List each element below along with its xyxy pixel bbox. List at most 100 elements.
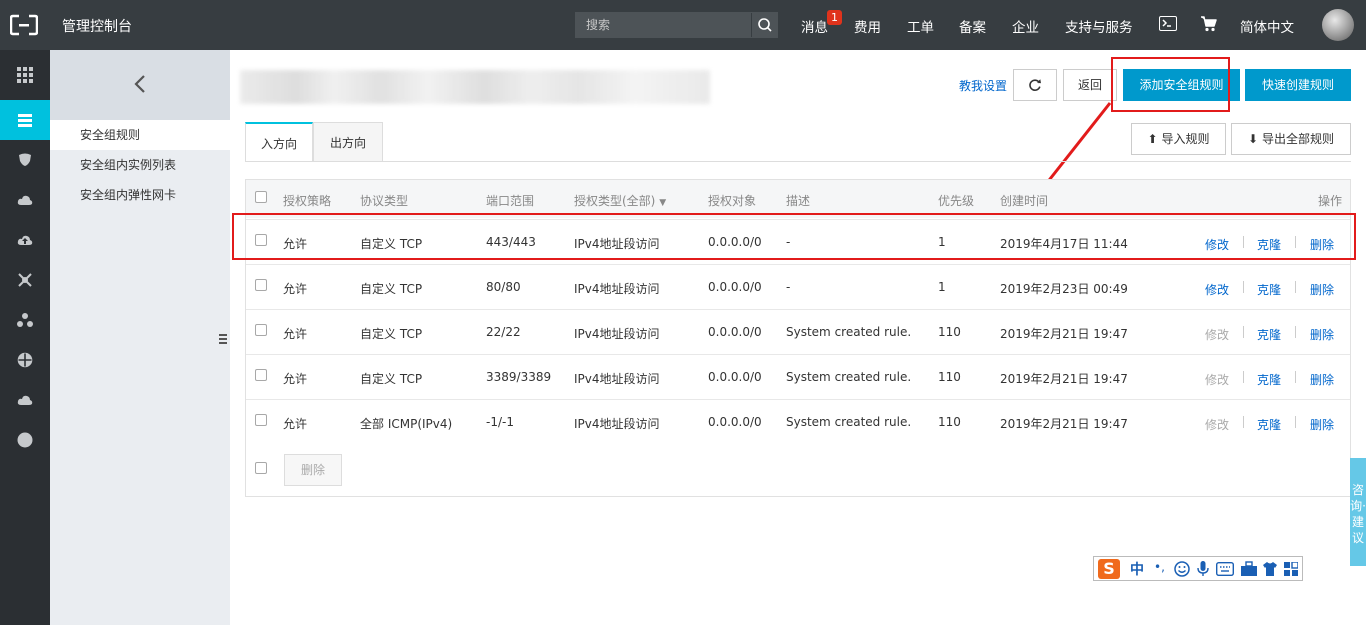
- toolbox-icon[interactable]: [1240, 561, 1258, 577]
- ime-punctuation-toggle[interactable]: •,: [1154, 560, 1165, 574]
- search-button[interactable]: [751, 13, 777, 37]
- rail-globe[interactable]: [0, 340, 50, 380]
- tab-divider: [245, 161, 1351, 162]
- import-rules-button[interactable]: ⬆ 导入规则: [1131, 123, 1226, 155]
- cloud-sync-icon: [17, 395, 33, 405]
- emoji-icon[interactable]: [1174, 561, 1190, 577]
- col-policy: 授权策略: [283, 194, 332, 208]
- sidebar-collapse-handle[interactable]: [215, 316, 230, 362]
- ime-logo[interactable]: S: [1098, 559, 1120, 579]
- rule-created-time: 2019年2月21日 19:47: [1000, 372, 1128, 386]
- consult-feedback-label: 咨询·建议: [1350, 483, 1366, 545]
- row-checkbox[interactable]: [255, 369, 267, 381]
- search-icon: [758, 18, 772, 32]
- tab-outbound[interactable]: 出方向: [313, 122, 383, 162]
- search-box: [575, 12, 778, 38]
- delete-rule-link[interactable]: 删除: [1310, 326, 1334, 343]
- rule-auth-type: IPv4地址段访问: [574, 282, 660, 296]
- col-description: 描述: [786, 194, 811, 208]
- keyboard-icon[interactable]: [1216, 562, 1234, 576]
- delete-rule-link[interactable]: 删除: [1310, 371, 1334, 388]
- clone-rule-link[interactable]: 克隆: [1257, 371, 1281, 388]
- return-button[interactable]: 返回: [1063, 69, 1117, 101]
- cross-nodes-icon: [18, 273, 32, 287]
- clone-rule-link[interactable]: 克隆: [1257, 281, 1281, 298]
- rail-cluster[interactable]: [0, 300, 50, 340]
- rule-created-time: 2019年2月23日 00:49: [1000, 282, 1128, 296]
- col-priority: 优先级: [938, 194, 975, 208]
- clone-rule-link[interactable]: 克隆: [1257, 416, 1281, 433]
- user-avatar[interactable]: [1322, 9, 1354, 41]
- rule-port-range: 22/22: [486, 325, 521, 339]
- upload-icon: ⬆: [1147, 132, 1158, 146]
- nav-messages[interactable]: 消息: [801, 16, 828, 36]
- terminal-icon[interactable]: [1159, 16, 1177, 31]
- col-port-range: 端口范围: [486, 194, 535, 208]
- grid-icon: [17, 67, 33, 83]
- sidebar-item-security-group-rules[interactable]: 安全组规则: [50, 120, 230, 150]
- table-row: 允许 自定义 TCP 3389/3389 IPv4地址段访问 0.0.0.0/0 Syst…: [246, 354, 1350, 399]
- col-auth-type-filter[interactable]: 授权类型(全部) ▼: [574, 192, 666, 209]
- nav-support[interactable]: 支持与服务: [1065, 16, 1133, 36]
- download-icon: ⬇: [1248, 132, 1259, 146]
- row-checkbox[interactable]: [255, 324, 267, 336]
- rail-dot[interactable]: [0, 420, 50, 460]
- rail-security[interactable]: [0, 140, 50, 180]
- rule-auth-object: 0.0.0.0/0: [708, 415, 762, 429]
- refresh-button[interactable]: [1013, 69, 1057, 101]
- language-switch[interactable]: 简体中文: [1240, 16, 1294, 36]
- import-rules-label: 导入规则: [1161, 132, 1210, 146]
- search-input[interactable]: [576, 13, 752, 37]
- select-all-checkbox[interactable]: [255, 191, 267, 203]
- sidebar-item-instance-list[interactable]: 安全组内实例列表: [50, 150, 230, 180]
- tab-inbound[interactable]: 入方向: [245, 122, 313, 162]
- back-button[interactable]: [50, 50, 230, 120]
- message-count-badge: 1: [827, 10, 842, 25]
- rail-all-products[interactable]: [0, 55, 50, 95]
- row-checkbox[interactable]: [255, 414, 267, 426]
- rail-network[interactable]: [0, 260, 50, 300]
- circle-icon: [17, 432, 33, 448]
- rule-policy: 允许: [283, 282, 308, 296]
- action-separator: [1243, 326, 1244, 338]
- more-grid-icon[interactable]: [1284, 562, 1298, 576]
- nav-icp[interactable]: 备案: [959, 16, 986, 36]
- sidebar-item-eni[interactable]: 安全组内弹性网卡: [50, 180, 230, 210]
- nav-tickets[interactable]: 工单: [907, 16, 934, 36]
- console-title[interactable]: 管理控制台: [62, 16, 132, 36]
- nav-enterprise[interactable]: 企业: [1012, 16, 1039, 36]
- delete-rule-link[interactable]: 删除: [1310, 281, 1334, 298]
- clone-rule-link[interactable]: 克隆: [1257, 326, 1281, 343]
- quick-create-rule-button[interactable]: 快速创建规则: [1245, 69, 1351, 101]
- nav-billing[interactable]: 费用: [854, 16, 881, 36]
- rail-ecs[interactable]: [0, 100, 50, 140]
- bulk-delete-button[interactable]: 删除: [284, 454, 342, 486]
- bulk-select-checkbox[interactable]: [255, 462, 267, 474]
- nodes-icon: [17, 313, 33, 327]
- edit-rule-link[interactable]: 修改: [1205, 281, 1229, 298]
- microphone-icon[interactable]: [1196, 561, 1210, 577]
- cart-icon[interactable]: [1200, 16, 1217, 32]
- shield-icon: [19, 153, 31, 166]
- col-protocol: 协议类型: [360, 194, 409, 208]
- export-all-rules-button[interactable]: ⬇ 导出全部规则: [1231, 123, 1351, 155]
- secondary-sidebar: 安全组规则 安全组内实例列表 安全组内弹性网卡: [50, 50, 230, 625]
- ime-mode-toggle[interactable]: 中: [1130, 559, 1144, 579]
- rail-cloud-upload[interactable]: [0, 220, 50, 260]
- rail-refresh-cloud[interactable]: [0, 380, 50, 420]
- col-actions: 操作: [1318, 194, 1343, 208]
- refresh-icon: [1029, 79, 1041, 91]
- action-separator: [1295, 281, 1296, 293]
- rule-priority: 110: [938, 325, 961, 339]
- row-checkbox[interactable]: [255, 279, 267, 291]
- rule-priority: 110: [938, 370, 961, 384]
- rail-cloud[interactable]: [0, 180, 50, 220]
- aliyun-logo-icon[interactable]: [10, 14, 38, 36]
- col-auth-object: 授权对象: [708, 194, 757, 208]
- skin-shirt-icon[interactable]: [1262, 561, 1278, 577]
- help-link[interactable]: 教我设置: [959, 77, 1007, 94]
- delete-rule-link[interactable]: 删除: [1310, 416, 1334, 433]
- rule-auth-object: 0.0.0.0/0: [708, 370, 762, 384]
- consult-feedback-tab[interactable]: 咨询·建议: [1350, 458, 1366, 566]
- product-icon-rail: [0, 50, 50, 625]
